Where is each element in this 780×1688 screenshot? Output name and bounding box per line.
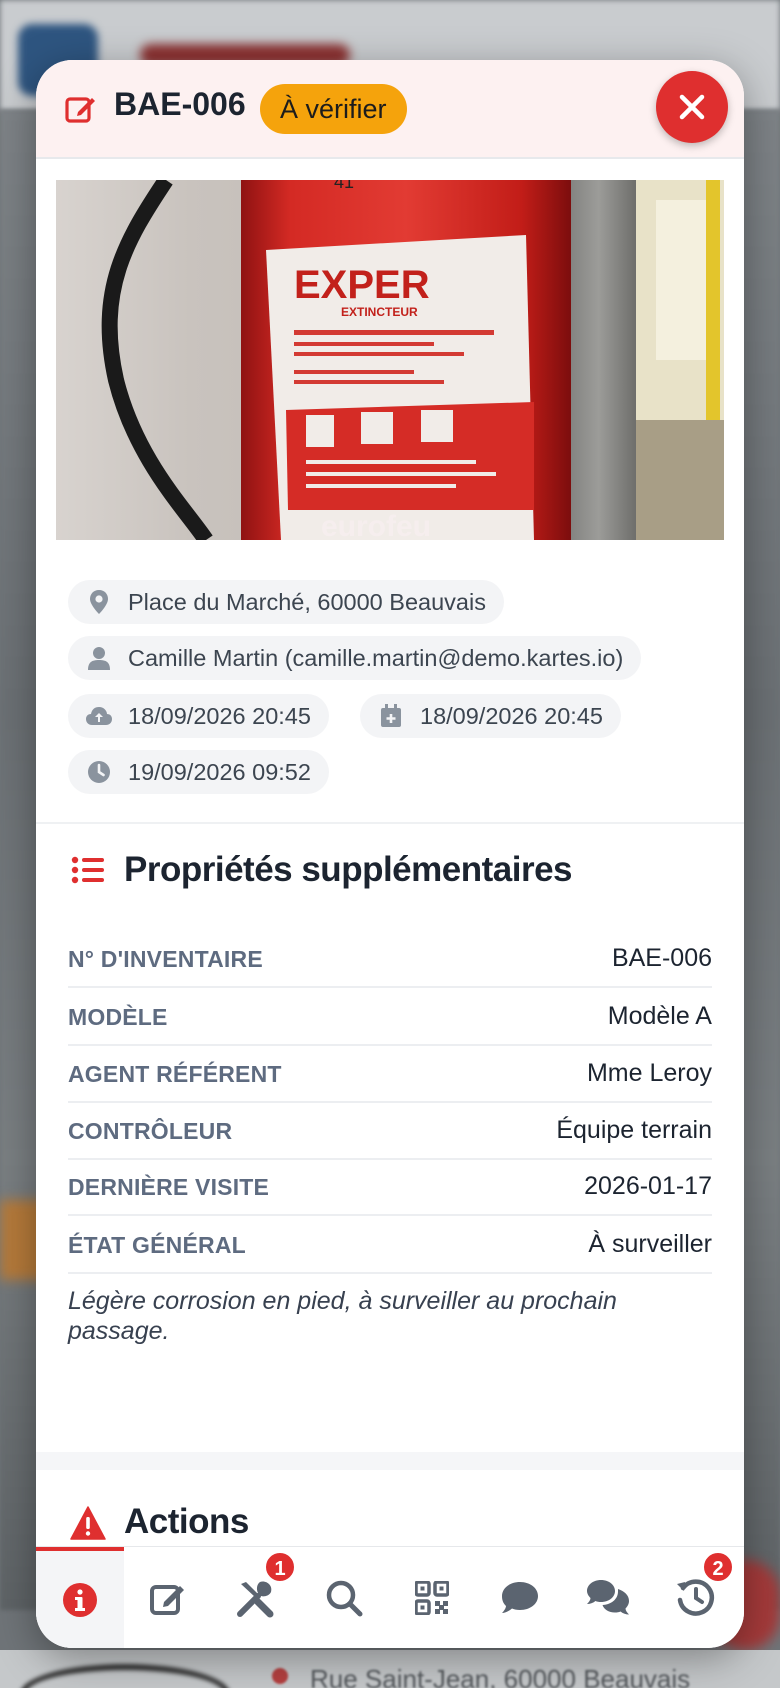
- uploaded-chip: 18/09/2026 20:45: [68, 694, 329, 738]
- close-button[interactable]: [656, 71, 728, 143]
- bottom-nav: 1 2: [36, 1546, 744, 1648]
- history-icon: [677, 1579, 715, 1616]
- comments-icon: [587, 1580, 629, 1615]
- property-value: À surveiller: [588, 1230, 712, 1258]
- property-value: BAE-006: [611, 944, 712, 972]
- property-label: CONTRÔLEUR: [68, 1118, 233, 1144]
- property-row: DERNIÈRE VISITE 2026-01-17: [68, 1160, 712, 1216]
- section-separator: [36, 1452, 744, 1470]
- updated-date: 19/09/2026 09:52: [128, 758, 311, 785]
- user-chip: Camille Martin (camille.martin@demo.kart…: [68, 636, 642, 680]
- property-note: Légère corrosion en pied, à surveiller a…: [68, 1287, 617, 1345]
- list-icon: [70, 852, 106, 888]
- nav-tab-qrcode[interactable]: [388, 1547, 476, 1648]
- tools-icon: [237, 1581, 274, 1618]
- user-icon: [86, 645, 112, 671]
- photo-brand: EXPER: [294, 263, 430, 307]
- created-chip: 18/09/2026 20:45: [360, 694, 621, 738]
- property-row: CONTRÔLEUR Équipe terrain: [68, 1104, 712, 1160]
- status-badge: À vérifier: [260, 84, 407, 134]
- asset-photo[interactable]: EXPER EXTINCTEUR eurofeu 41: [56, 180, 724, 540]
- notification-badge: 2: [702, 1551, 734, 1583]
- uploaded-date: 18/09/2026 20:45: [128, 702, 311, 729]
- nav-tab-search[interactable]: [300, 1547, 388, 1648]
- address-chip: Place du Marché, 60000 Beauvais: [68, 580, 504, 624]
- close-icon: [679, 94, 705, 120]
- property-value: Équipe terrain: [556, 1116, 712, 1144]
- photo-bottom-brand: eurofeu: [321, 510, 431, 540]
- property-label: MODÈLE: [68, 1004, 168, 1030]
- background-pin-icon: [272, 1668, 288, 1684]
- nav-tab-discussions[interactable]: [564, 1547, 652, 1648]
- property-row: N° D'INVENTAIRE BAE-006: [68, 932, 712, 988]
- property-row: AGENT RÉFÉRENT Mme Leroy: [68, 1047, 712, 1103]
- property-value: Modèle A: [607, 1002, 712, 1030]
- background-address: Rue Saint-Jean, 60000 Beauvais: [310, 1664, 691, 1688]
- user-text: Camille Martin (camille.martin@demo.kart…: [128, 644, 624, 671]
- edit-icon: [64, 92, 98, 126]
- property-value: 2026-01-17: [584, 1172, 712, 1200]
- property-row: ÉTAT GÉNÉRAL À surveiller: [68, 1218, 712, 1274]
- property-label: AGENT RÉFÉRENT: [68, 1061, 282, 1087]
- qrcode-icon: [415, 1581, 449, 1615]
- nav-tab-info[interactable]: [36, 1547, 124, 1648]
- comment-icon: [502, 1582, 538, 1613]
- modal-body[interactable]: EXPER EXTINCTEUR eurofeu 41 Place du Mar…: [36, 160, 744, 1606]
- modal-header: BAE-006 À vérifier: [36, 60, 744, 159]
- property-row: MODÈLE Modèle A: [68, 990, 712, 1046]
- updated-chip: 19/09/2026 09:52: [68, 750, 329, 794]
- nav-tab-tools[interactable]: 1: [212, 1547, 300, 1648]
- search-icon: [326, 1580, 363, 1617]
- address-text: Place du Marché, 60000 Beauvais: [128, 588, 486, 615]
- edit-icon: [150, 1585, 184, 1615]
- nav-tab-comment[interactable]: [476, 1547, 564, 1648]
- info-icon: [63, 1583, 97, 1617]
- property-label: ÉTAT GÉNÉRAL: [68, 1232, 246, 1258]
- nav-tab-history[interactable]: 2: [652, 1547, 740, 1648]
- property-label: N° D'INVENTAIRE: [68, 946, 263, 972]
- detail-modal: BAE-006 À vérifier EXPER EXTINCTEUR euro…: [36, 60, 744, 1648]
- created-date: 18/09/2026 20:45: [420, 702, 603, 729]
- clock-icon: [86, 759, 112, 785]
- properties-title: Propriétés supplémentaires: [124, 850, 573, 889]
- notification-badge: 1: [264, 1551, 296, 1583]
- svg-text:41: 41: [334, 180, 354, 192]
- section-divider: [36, 822, 744, 824]
- actions-title: Actions: [124, 1502, 249, 1541]
- photo-subtext: EXTINCTEUR: [341, 305, 418, 319]
- property-label: DERNIÈRE VISITE: [68, 1174, 270, 1200]
- property-value: Mme Leroy: [586, 1059, 712, 1087]
- calendar-plus-icon: [378, 703, 404, 729]
- modal-title: BAE-006: [114, 86, 246, 122]
- nav-tab-edit[interactable]: [124, 1547, 212, 1648]
- warning-icon: [70, 1506, 106, 1542]
- cloud-upload-icon: [86, 703, 112, 729]
- location-pin-icon: [86, 589, 112, 615]
